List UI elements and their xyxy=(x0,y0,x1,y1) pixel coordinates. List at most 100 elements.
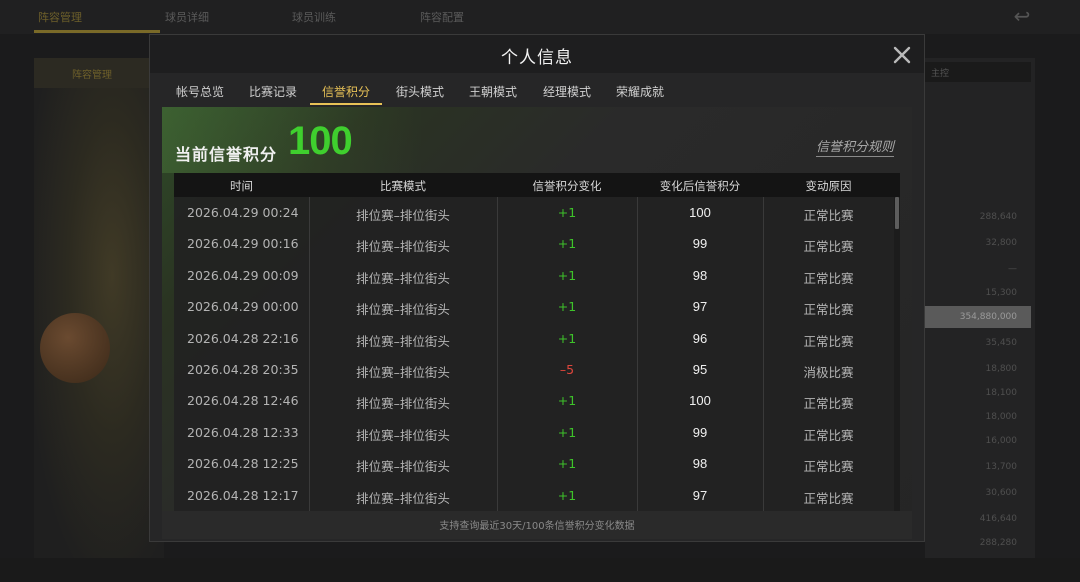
bg-nav-active-underline xyxy=(34,30,160,33)
cell-score-change: +1 xyxy=(557,393,577,409)
cell-score-change: +1 xyxy=(557,330,577,346)
cell-time: 2026.04.28 12:33 xyxy=(187,424,299,440)
bg-nav-tab: 球员训练 xyxy=(292,11,336,24)
cell-mode: 排位赛–排位街头 xyxy=(356,427,450,443)
tab-manager-mode[interactable]: 经理模式 xyxy=(543,83,591,100)
column-header-reason: 变动原因 xyxy=(805,179,852,193)
cell-score-after: 98 xyxy=(692,267,708,283)
back-arrow-icon: ↩ xyxy=(1013,4,1031,28)
bg-stat-value: 30,600 xyxy=(985,488,1018,498)
tab-dynasty-mode[interactable]: 王朝模式 xyxy=(469,83,517,100)
column-header-change: 信誉积分变化 xyxy=(532,179,602,193)
cell-mode: 排位赛–排位街头 xyxy=(356,239,450,255)
cell-score-change: +1 xyxy=(557,236,577,252)
cell-mode: 排位赛–排位街头 xyxy=(356,270,450,286)
bg-stat-value: 16,000 xyxy=(985,436,1018,446)
bg-stat-value: 18,000 xyxy=(985,412,1018,422)
credit-history-table: 时间 比赛模式 信誉积分变化 变化后信誉积分 变动原因 2026.04.29 0… xyxy=(174,173,900,513)
cell-mode: 排位赛–排位街头 xyxy=(356,208,450,223)
score-rules-link[interactable]: 信誉积分规则 xyxy=(816,136,895,157)
modal-header: 个人信息 xyxy=(150,35,924,73)
modal-tabs: 帐号总览 比赛记录 信誉积分 街头模式 王朝模式 经理模式 荣耀成就 xyxy=(150,73,924,105)
cell-score-change: +1 xyxy=(557,456,577,472)
column-header-after: 变化后信誉积分 xyxy=(659,179,741,193)
bg-nav-tab: 阵容管理 xyxy=(38,11,82,24)
table-header: 时间 比赛模式 信誉积分变化 变化后信誉积分 变动原因 xyxy=(174,173,900,197)
table-row: 2026.04.29 00:00 排位赛–排位街头 +1 97 正常比赛 xyxy=(174,291,894,322)
cell-score-after: 95 xyxy=(692,362,708,377)
close-icon[interactable] xyxy=(890,43,914,67)
bg-stat-value: 288,640 xyxy=(979,212,1017,222)
bg-nav-tab: 球员详细 xyxy=(165,11,209,24)
cell-time: 2026.04.29 00:24 xyxy=(187,205,299,220)
cell-score-after: 96 xyxy=(692,330,708,346)
cell-time: 2026.04.28 12:17 xyxy=(187,487,299,503)
table-row: 2026.04.28 12:25 排位赛–排位街头 +1 98 正常比赛 xyxy=(174,448,894,479)
cell-reason: 正常比赛 xyxy=(803,270,854,286)
cell-score-change: +1 xyxy=(557,299,577,315)
cell-mode: 排位赛–排位街头 xyxy=(356,459,450,475)
cell-mode: 排位赛–排位街头 xyxy=(356,333,450,349)
bg-stat-value: 32,800 xyxy=(985,238,1018,248)
bg-stat-value: 15,300 xyxy=(985,288,1018,298)
table-row: 2026.04.29 00:09 排位赛–排位街头 +1 98 正常比赛 xyxy=(174,260,894,291)
bg-sub-tab: 阵容管理 xyxy=(34,58,164,88)
cell-reason: 正常比赛 xyxy=(803,490,854,506)
bg-stat-value: 18,800 xyxy=(985,364,1018,374)
scrollbar-thumb[interactable] xyxy=(895,197,899,229)
table-body[interactable]: 2026.04.29 00:24 排位赛–排位街头 +1 100 正常比赛 2026.04… xyxy=(174,197,894,511)
bg-stat-value: — xyxy=(1008,264,1017,274)
bg-stat-value: 18,100 xyxy=(985,388,1018,398)
background-stats-column: 主控 288,640 32,800 — 15,300 354,880,000 3… xyxy=(925,58,1035,558)
cell-score-after: 99 xyxy=(692,236,708,252)
tab-account-overview[interactable]: 帐号总览 xyxy=(176,83,224,100)
bg-stat-value: 35,450 xyxy=(985,338,1018,348)
credit-score-panel: 当前信誉积分 100 信誉积分规则 时间 比赛模式 信誉积分变化 变化后信誉积分… xyxy=(162,107,912,539)
table-row: 2026.04.29 00:16 排位赛–排位街头 +1 99 正常比赛 xyxy=(174,228,894,259)
cell-mode: 排位赛–排位街头 xyxy=(356,490,450,506)
cell-reason: 正常比赛 xyxy=(803,239,854,255)
cell-reason: 正常比赛 xyxy=(803,333,854,349)
bg-stat-value: 13,700 xyxy=(985,462,1018,472)
cell-time: 2026.04.28 12:25 xyxy=(187,456,299,472)
cell-score-change: +1 xyxy=(557,424,577,440)
table-scrollbar[interactable] xyxy=(894,197,900,511)
tab-street-mode[interactable]: 街头模式 xyxy=(396,83,444,100)
table-row: 2026.04.28 12:17 排位赛–排位街头 +1 97 正常比赛 xyxy=(174,480,894,511)
cell-reason: 正常比赛 xyxy=(803,396,854,412)
cell-reason: 正常比赛 xyxy=(803,302,854,318)
cell-score-change: +1 xyxy=(557,205,577,220)
tab-honor-achievements[interactable]: 荣耀成就 xyxy=(616,83,664,100)
table-row: 2026.04.28 12:33 排位赛–排位街头 +1 99 正常比赛 xyxy=(174,417,894,448)
tab-match-records[interactable]: 比赛记录 xyxy=(249,83,297,100)
modal-title: 个人信息 xyxy=(501,48,573,68)
table-row: 2026.04.28 12:46 排位赛–排位街头 +1 100 正常比赛 xyxy=(174,385,894,416)
cell-time: 2026.04.29 00:00 xyxy=(187,299,299,315)
cell-time: 2026.04.28 20:35 xyxy=(187,362,299,377)
cell-score-after: 100 xyxy=(689,393,711,409)
background-top-nav: 阵容管理 球员详细 球员训练 阵容配置 ↩ xyxy=(0,0,1080,34)
personal-info-modal: 个人信息 帐号总览 比赛记录 信誉积分 街头模式 王朝模式 经理模式 荣耀成就 … xyxy=(149,34,925,542)
cell-reason: 正常比赛 xyxy=(803,459,854,475)
cell-reason: 正常比赛 xyxy=(803,208,854,223)
cell-score-change: +1 xyxy=(557,487,577,503)
cell-time: 2026.04.29 00:16 xyxy=(187,236,299,252)
tab-credit-score[interactable]: 信誉积分 xyxy=(322,83,370,100)
cell-mode: 排位赛–排位街头 xyxy=(356,302,450,318)
cell-time: 2026.04.28 22:16 xyxy=(187,330,299,346)
basketball-icon xyxy=(40,313,110,383)
cell-score-change: +1 xyxy=(557,267,577,283)
cell-time: 2026.04.28 12:46 xyxy=(187,393,299,409)
bg-dropdown: 主控 xyxy=(925,62,1031,82)
cell-time: 2026.04.29 00:09 xyxy=(187,267,299,283)
column-header-mode: 比赛模式 xyxy=(380,179,426,193)
cell-score-after: 97 xyxy=(692,299,708,315)
cell-score-after: 97 xyxy=(692,487,708,503)
table-row: 2026.04.28 20:35 排位赛–排位街头 –5 95 消极比赛 xyxy=(174,354,894,385)
bg-stat-value: 416,640 xyxy=(979,514,1017,524)
table-row: 2026.04.28 22:16 排位赛–排位街头 +1 96 正常比赛 xyxy=(174,323,894,354)
table-row: 2026.04.29 00:24 排位赛–排位街头 +1 100 正常比赛 xyxy=(174,197,894,228)
cell-score-change: –5 xyxy=(559,362,575,377)
cell-reason: 正常比赛 xyxy=(803,427,854,443)
current-score-label: 当前信誉积分 xyxy=(175,145,278,164)
